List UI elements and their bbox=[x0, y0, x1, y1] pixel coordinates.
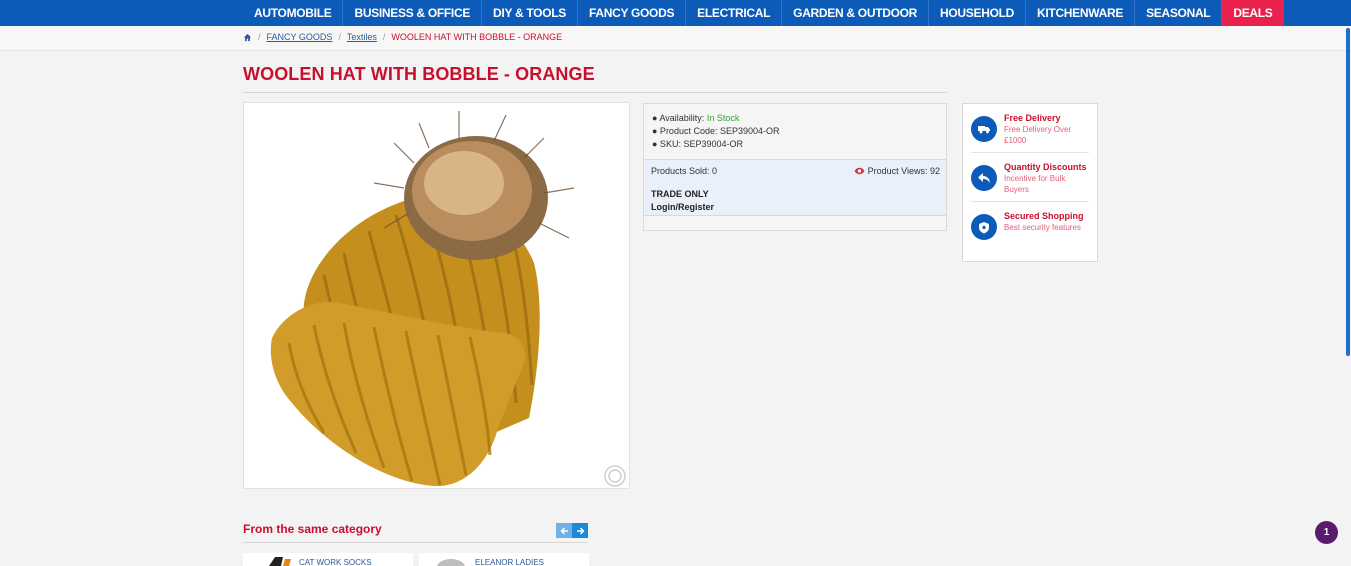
top-nav: AUTOMOBILE BUSINESS & OFFICE DIY & TOOLS… bbox=[0, 0, 1351, 26]
feature-title: Free Delivery bbox=[1004, 113, 1061, 123]
eye-icon bbox=[854, 167, 865, 175]
availability-label: ● Availability: bbox=[652, 113, 705, 123]
product-info-box: ● Availability: In Stock ● Product Code:… bbox=[643, 103, 947, 231]
breadcrumb-separator: / bbox=[338, 32, 341, 42]
availability-line: ● Availability: In Stock bbox=[652, 112, 938, 125]
feature-quantity-discounts: Quantity Discounts Incentive for Bulk Bu… bbox=[971, 153, 1089, 202]
feature-free-delivery: Free Delivery Free Delivery Over £1000 bbox=[971, 104, 1089, 153]
shield-icon bbox=[971, 214, 997, 240]
hat-thumbnail bbox=[437, 559, 465, 566]
nav-item-garden-outdoor[interactable]: GARDEN & OUTDOOR bbox=[782, 0, 930, 26]
product-views-label: Product Views: 92 bbox=[867, 166, 940, 176]
scrollbar-thumb[interactable] bbox=[1346, 28, 1350, 356]
nav-item-automobile[interactable]: AUTOMOBILE bbox=[243, 0, 344, 26]
trade-only-label: TRADE ONLY bbox=[651, 189, 709, 199]
product-stats: Products Sold: 0 Product Views: 92 TRADE… bbox=[644, 159, 946, 216]
related-divider bbox=[243, 542, 588, 543]
breadcrumb-fancy-goods[interactable]: FANCY GOODS bbox=[267, 32, 333, 42]
related-card-label: CAT WORK SOCKS bbox=[299, 558, 372, 566]
breadcrumb-separator: / bbox=[258, 32, 261, 42]
feature-desc: Free Delivery Over £1000 bbox=[1004, 125, 1072, 145]
trade-block: TRADE ONLY Login/Register bbox=[651, 188, 714, 214]
arrow-left-icon bbox=[559, 526, 568, 535]
feature-title: Quantity Discounts bbox=[1004, 162, 1087, 172]
login-register-link[interactable]: Login/Register bbox=[651, 201, 714, 214]
breadcrumb: / FANCY GOODS / Textiles / WOOLEN HAT WI… bbox=[243, 32, 562, 42]
breadcrumb-bar: / FANCY GOODS / Textiles / WOOLEN HAT WI… bbox=[0, 26, 1351, 51]
product-sku: ● SKU: SEP39004-OR bbox=[652, 139, 743, 149]
feature-title: Secured Shopping bbox=[1004, 211, 1084, 221]
socks-thumbnail bbox=[269, 557, 291, 566]
nav-item-deals[interactable]: DEALS bbox=[1222, 0, 1284, 26]
product-code: ● Product Code: SEP39004-OR bbox=[652, 126, 780, 136]
related-title: From the same category bbox=[243, 522, 382, 536]
feature-secured-shopping: Secured Shopping Best security features bbox=[971, 202, 1089, 246]
product-image[interactable] bbox=[243, 102, 630, 489]
products-sold: Products Sold: 0 bbox=[651, 166, 718, 176]
nav-item-diy-tools[interactable]: DIY & TOOLS bbox=[482, 0, 578, 26]
page-title: WOOLEN HAT WITH BOBBLE - ORANGE bbox=[243, 64, 595, 84]
carousel-prev-button[interactable] bbox=[556, 523, 572, 538]
nav-item-fancy-goods[interactable]: FANCY GOODS bbox=[578, 0, 687, 26]
feature-desc: Incentive for Bulk Buyers bbox=[1004, 174, 1066, 194]
truck-icon bbox=[971, 116, 997, 142]
title-divider bbox=[243, 92, 947, 93]
carousel-next-button[interactable] bbox=[572, 523, 588, 538]
availability-value: In Stock bbox=[706, 113, 740, 123]
features-panel: Free Delivery Free Delivery Over £1000 Q… bbox=[962, 103, 1098, 262]
product-details: ● Availability: In Stock ● Product Code:… bbox=[644, 104, 946, 159]
reply-icon bbox=[971, 165, 997, 191]
notification-badge[interactable]: 1 bbox=[1315, 521, 1338, 544]
nav-item-seasonal[interactable]: SEASONAL bbox=[1135, 0, 1223, 26]
related-card-label: ELEANOR LADIES bbox=[475, 558, 544, 566]
related-card[interactable]: ELEANOR LADIES bbox=[419, 553, 589, 566]
nav-item-kitchenware[interactable]: KITCHENWARE bbox=[1026, 0, 1136, 26]
home-icon[interactable] bbox=[243, 33, 252, 42]
hat-illustration bbox=[270, 111, 626, 487]
nav-item-electrical[interactable]: ELECTRICAL bbox=[686, 0, 783, 26]
breadcrumb-current: WOOLEN HAT WITH BOBBLE - ORANGE bbox=[391, 32, 563, 42]
related-card[interactable]: CAT WORK SOCKS bbox=[243, 553, 413, 566]
nav-list: AUTOMOBILE BUSINESS & OFFICE DIY & TOOLS… bbox=[243, 0, 1284, 26]
arrow-right-icon bbox=[576, 526, 585, 535]
breadcrumb-textiles[interactable]: Textiles bbox=[347, 32, 377, 42]
feature-desc: Best security features bbox=[1004, 223, 1081, 232]
nav-item-business-office[interactable]: BUSINESS & OFFICE bbox=[343, 0, 483, 26]
product-views: Product Views: 92 bbox=[854, 166, 940, 176]
nav-item-household[interactable]: HOUSEHOLD bbox=[929, 0, 1027, 26]
breadcrumb-separator: / bbox=[382, 32, 386, 42]
